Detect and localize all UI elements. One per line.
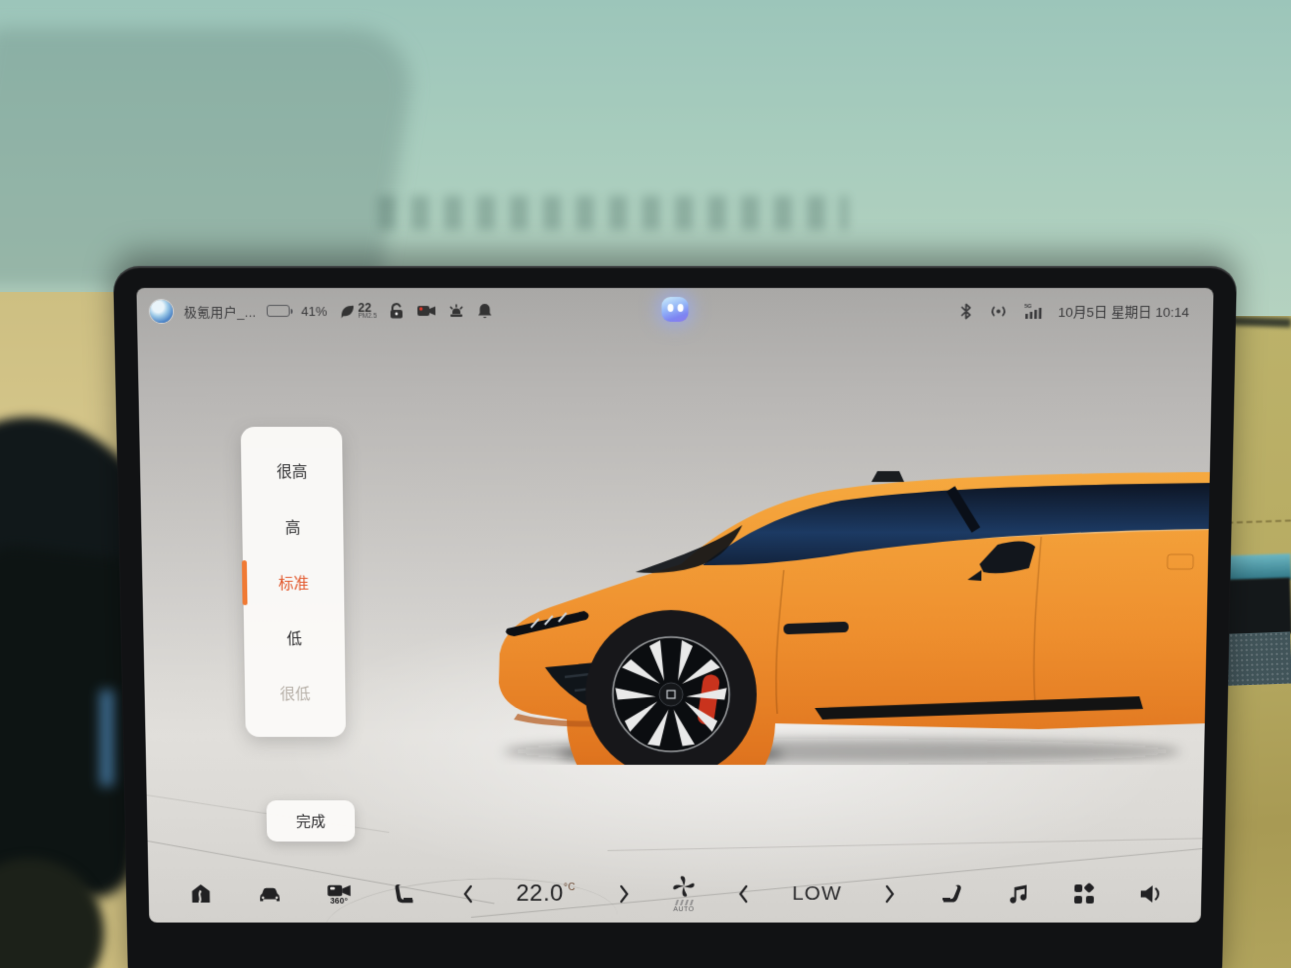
infotainment-screen: 极氪用户_... 41% 22PM2.5 — [136, 288, 1213, 923]
wind-increase-button[interactable] — [884, 884, 896, 903]
temp-decrease-button[interactable] — [462, 884, 474, 903]
car-icon — [256, 883, 284, 906]
status-bar: 极氪用户_... 41% 22PM2.5 — [136, 288, 1213, 334]
level-option-low[interactable]: 低 — [244, 614, 345, 663]
wind-decrease-button[interactable] — [738, 884, 750, 903]
windshield-screen-reflection — [0, 28, 421, 288]
media-button[interactable] — [1006, 882, 1031, 906]
user-avatar[interactable] — [150, 299, 173, 322]
temperature-unit: °C — [564, 883, 576, 893]
bottom-dock: 360° 22.0°C — [148, 871, 1202, 917]
fan-auto-label: AUTO — [673, 906, 694, 913]
level-option-high[interactable]: 高 — [242, 503, 344, 552]
notification-bell-icon[interactable] — [477, 302, 494, 320]
home-button[interactable] — [187, 882, 214, 907]
level-picker-panel: 很高 高 标准 低 很低 — [241, 427, 346, 737]
selected-indicator-bar — [242, 560, 248, 605]
temperature-display[interactable]: 22.0°C — [516, 881, 576, 908]
camera-360-button[interactable]: 360° — [326, 883, 352, 906]
sentry-alarm-icon[interactable] — [448, 302, 466, 319]
leaf-icon — [338, 302, 355, 319]
voice-assistant-avatar[interactable] — [662, 297, 689, 322]
music-note-icon — [1006, 882, 1031, 906]
bezel-blue-reflection — [100, 690, 114, 786]
chevron-right-icon — [618, 884, 630, 903]
status-datetime: 10月5日 星期日 10:14 — [1058, 301, 1189, 321]
seat-recline-icon — [938, 882, 964, 906]
level-option-very-low[interactable]: 很低 — [245, 669, 346, 717]
home-icon — [187, 882, 214, 907]
vehicle-button[interactable] — [256, 883, 284, 906]
assistant-eye — [677, 303, 683, 311]
level-option-very-high[interactable]: 很高 — [241, 447, 343, 496]
seat-adjust-button[interactable] — [394, 882, 420, 906]
pm25-label: PM2.5 — [358, 314, 377, 320]
wind-level-value: LOW — [792, 883, 842, 906]
wind-level-display[interactable]: LOW — [792, 883, 842, 906]
battery-icon — [267, 305, 290, 317]
air-quality-indicator: 22PM2.5 — [338, 302, 377, 320]
vehicle-3d-render — [486, 468, 1210, 765]
seat-comfort-button[interactable] — [938, 882, 964, 906]
level-option-standard[interactable]: 标准 — [243, 558, 344, 607]
windshield-text-reflection — [378, 196, 848, 230]
hotspot-icon — [988, 303, 1008, 318]
fan-auto-button[interactable]: AUTO — [672, 875, 695, 913]
fan-icon — [672, 875, 695, 898]
volume-icon — [1139, 884, 1165, 905]
apps-button[interactable] — [1073, 883, 1097, 906]
chevron-left-icon — [462, 884, 474, 903]
assistant-eye — [667, 303, 673, 311]
volume-button[interactable] — [1139, 884, 1165, 905]
battery-percent: 41% — [301, 303, 327, 318]
chevron-right-icon — [884, 884, 896, 903]
temperature-value: 22.0 — [516, 881, 564, 908]
pm25-value: 22 — [358, 302, 377, 314]
cabin-photo: 极氪用户_... 41% 22PM2.5 — [0, 0, 1291, 968]
chevron-left-icon — [738, 884, 750, 903]
seat-icon — [394, 882, 420, 906]
unlock-icon[interactable] — [388, 302, 406, 320]
dashcam-icon[interactable] — [417, 303, 437, 319]
done-button[interactable]: 完成 — [266, 800, 355, 841]
user-name[interactable]: 极氪用户_... — [184, 301, 257, 320]
temp-increase-button[interactable] — [618, 884, 630, 903]
app-grid-icon — [1073, 883, 1097, 906]
camera-360-label: 360° — [330, 896, 348, 906]
signal-5g-label: 5G — [1024, 303, 1031, 309]
fan-level-ticks — [676, 900, 693, 906]
cellular-signal-icon: 5G — [1024, 302, 1042, 319]
bluetooth-icon — [959, 302, 972, 319]
center-display-bezel: 极氪用户_... 41% 22PM2.5 — [113, 266, 1237, 968]
